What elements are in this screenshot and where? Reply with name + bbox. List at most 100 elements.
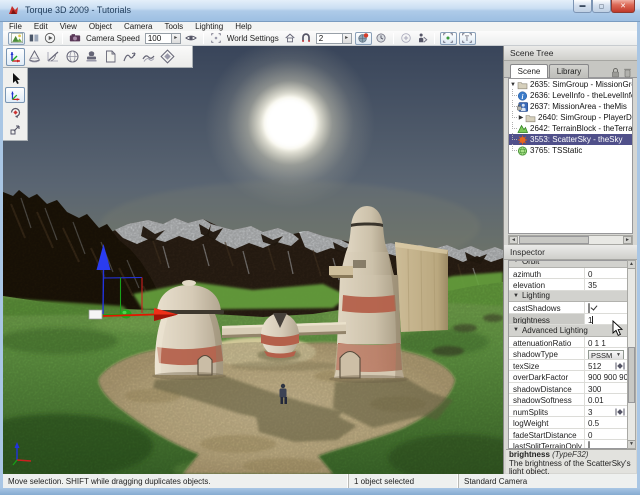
property-value[interactable] xyxy=(585,440,627,449)
tab-library[interactable]: Library xyxy=(549,64,589,78)
section-lighting[interactable]: ▼Lighting xyxy=(509,291,627,303)
tree-item[interactable]: ▼2635: SimGroup - MissionGroup xyxy=(509,79,632,90)
menu-view[interactable]: View xyxy=(54,22,83,31)
property-value[interactable]: 3 xyxy=(585,406,627,417)
scroll-right-arrow[interactable]: ► xyxy=(623,236,632,244)
property-row[interactable]: numSplits3 xyxy=(509,406,627,418)
status-camera: Standard Camera xyxy=(459,474,637,488)
scroll-left-arrow[interactable]: ◄ xyxy=(509,236,518,244)
tree-item[interactable]: i2636: LevelInfo - theLevelInfo xyxy=(509,90,632,101)
terrain-paint-button[interactable] xyxy=(63,48,82,66)
section-orbit[interactable]: ▼Orbit xyxy=(509,260,627,268)
inspector-vscrollbar[interactable]: ▲ ▼ xyxy=(627,260,636,449)
tree-item[interactable]: ▶2640: SimGroup - PlayerDropP xyxy=(509,112,632,123)
property-value[interactable]: 512 xyxy=(585,360,627,371)
mesh-road-editor-button[interactable] xyxy=(158,48,177,66)
menu-object[interactable]: Object xyxy=(83,22,118,31)
scroll-thumb[interactable] xyxy=(628,347,635,403)
checkbox[interactable] xyxy=(588,441,590,449)
property-row[interactable]: texSize512 xyxy=(509,360,627,372)
camera-speed-input[interactable]: 100▸ xyxy=(145,33,181,44)
layout-button[interactable] xyxy=(27,32,41,45)
drop-at-origin-button[interactable] xyxy=(283,32,297,45)
text-labels-button[interactable]: T xyxy=(459,32,476,45)
terrain-editor-button[interactable] xyxy=(25,48,44,66)
object-bounds-button[interactable] xyxy=(440,32,457,45)
property-value[interactable]: 0 xyxy=(585,268,627,279)
scene-tree-hscrollbar[interactable]: ◄ ► xyxy=(508,235,633,245)
menu-edit[interactable]: Edit xyxy=(28,22,54,31)
status-selection: 1 object selected xyxy=(349,474,459,488)
road-editor-button[interactable] xyxy=(139,48,158,66)
viewport-3d[interactable] xyxy=(3,46,503,474)
property-value[interactable]: 35 xyxy=(585,279,627,290)
tab-scene[interactable]: Scene xyxy=(510,64,548,78)
scale-tool-button[interactable] xyxy=(5,121,25,137)
frame-bounds-button[interactable] xyxy=(209,32,223,45)
property-value[interactable]: 300 xyxy=(585,383,627,394)
property-row[interactable]: shadowSoftness0.01 xyxy=(509,394,627,406)
property-row[interactable]: castShadows xyxy=(509,302,627,314)
property-row[interactable]: shadowDistance300 xyxy=(509,383,627,395)
property-row[interactable]: shadowTypePSSM▼ xyxy=(509,348,627,360)
minimize-button[interactable]: ▬ xyxy=(573,0,592,13)
property-row[interactable]: logWeight0.5 xyxy=(509,417,627,429)
property-value[interactable]: 0.5 xyxy=(585,417,627,428)
section-advanced-lighting[interactable]: ▼Advanced Lighting xyxy=(509,325,627,337)
menu-lighting[interactable]: Lighting xyxy=(189,22,229,31)
decal-editor-button[interactable] xyxy=(82,48,101,66)
drop-player-button[interactable] xyxy=(415,32,429,45)
world-editor-button[interactable] xyxy=(6,48,25,66)
terrain-smooth-button[interactable] xyxy=(44,48,63,66)
maximize-button[interactable]: ▢ xyxy=(592,0,611,13)
checkbox[interactable] xyxy=(588,303,590,313)
property-value[interactable] xyxy=(585,302,627,313)
scatter-sky-icon xyxy=(517,135,528,145)
scroll-thumb[interactable] xyxy=(519,236,589,244)
property-row[interactable]: attenuationRatio0 1 1 xyxy=(509,337,627,349)
tree-item[interactable]: 3765: TSStatic xyxy=(509,145,632,156)
expand-arrow-icon[interactable]: ▶ xyxy=(517,114,525,121)
tree-item[interactable]: 2637: MissionArea - theMis xyxy=(509,101,632,112)
add-object-button[interactable] xyxy=(399,32,413,45)
property-value[interactable]: 0.01 xyxy=(585,394,627,405)
stepper-control[interactable] xyxy=(615,408,625,417)
visibility-button[interactable] xyxy=(184,32,198,45)
camera-button[interactable] xyxy=(68,32,82,45)
move-tool-button[interactable] xyxy=(5,87,25,103)
svg-text:i: i xyxy=(522,92,524,100)
property-value[interactable]: 0 1 1 xyxy=(585,337,627,348)
menu-file[interactable]: File xyxy=(3,22,28,31)
menu-tools[interactable]: Tools xyxy=(158,22,189,31)
world-sun-button[interactable] xyxy=(355,32,372,45)
tree-item[interactable]: 3553: ScatterSky - theSky xyxy=(509,134,632,145)
player-count-input[interactable]: 2▸ xyxy=(316,33,352,44)
dropdown[interactable]: PSSM▼ xyxy=(588,350,624,359)
expand-arrow-icon[interactable]: ▼ xyxy=(509,82,517,88)
scroll-up-arrow[interactable]: ▲ xyxy=(628,261,635,269)
snap-toggle-button[interactable] xyxy=(299,32,313,45)
menubar: FileEditViewObjectCameraToolsLightingHel… xyxy=(3,22,637,31)
property-row[interactable]: fadeStartDistance0 xyxy=(509,429,627,441)
property-row[interactable]: azimuth0 xyxy=(509,268,627,280)
time-of-day-button[interactable] xyxy=(374,32,388,45)
rotate-tool-button[interactable] xyxy=(5,104,25,120)
property-row[interactable]: lastSplitTerrainOnly xyxy=(509,440,627,449)
menu-help[interactable]: Help xyxy=(229,22,257,31)
landscape-tool-button[interactable] xyxy=(8,32,25,45)
stepper-control[interactable] xyxy=(615,362,625,371)
property-value[interactable]: PSSM▼ xyxy=(585,348,627,359)
menu-camera[interactable]: Camera xyxy=(118,22,158,31)
river-editor-button[interactable] xyxy=(120,48,139,66)
property-value[interactable]: 0 xyxy=(585,429,627,440)
select-tool-button[interactable] xyxy=(5,70,25,86)
datablock-editor-button[interactable] xyxy=(101,48,120,66)
scroll-down-arrow[interactable]: ▼ xyxy=(628,440,635,448)
property-row[interactable]: brightness1 xyxy=(509,314,627,326)
play-button[interactable] xyxy=(43,32,57,45)
property-value[interactable]: 900 900 900 xyxy=(585,371,627,382)
close-button[interactable]: ✕ xyxy=(611,0,635,13)
tree-item[interactable]: 2642: TerrainBlock - theTerrain xyxy=(509,123,632,134)
property-row[interactable]: elevation35 xyxy=(509,279,627,291)
property-row[interactable]: overDarkFactor900 900 900 xyxy=(509,371,627,383)
